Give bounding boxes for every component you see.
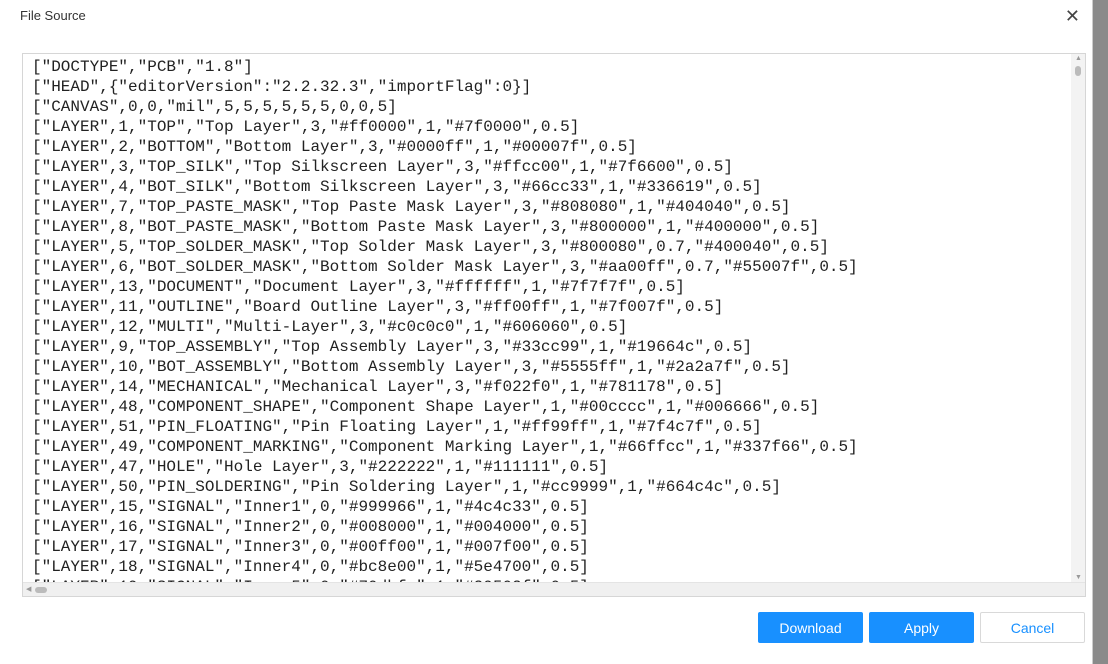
source-line: ["LAYER",16,"SIGNAL","Inner2",0,"#008000… <box>32 518 589 536</box>
vertical-scroll-thumb[interactable] <box>1075 66 1081 76</box>
source-line: ["HEAD",{"editorVersion":"2.2.32.3","imp… <box>32 78 532 96</box>
dialog-title: File Source <box>20 8 86 23</box>
source-textarea[interactable]: ["DOCTYPE","PCB","1.8"] ["HEAD",{"editorV… <box>22 53 1086 597</box>
source-line: ["LAYER",7,"TOP_PASTE_MASK","Top Paste M… <box>32 198 791 216</box>
source-line: ["LAYER",3,"TOP_SILK","Top Silkscreen La… <box>32 158 733 176</box>
dialog-header: File Source ✕ <box>0 0 1092 31</box>
source-line: ["LAYER",48,"COMPONENT_SHAPE","Component… <box>32 398 820 416</box>
source-line: ["DOCTYPE","PCB","1.8"] <box>32 58 253 76</box>
source-line: ["LAYER",51,"PIN_FLOATING","Pin Floating… <box>32 418 762 436</box>
scroll-up-icon[interactable]: ▲ <box>1075 55 1082 62</box>
file-source-dialog: File Source ✕ ["DOCTYPE","PCB","1.8"] ["H… <box>0 0 1093 664</box>
source-line: ["LAYER",2,"BOTTOM","Bottom Layer",3,"#0… <box>32 138 637 156</box>
source-line: ["LAYER",6,"BOT_SOLDER_MASK","Bottom Sol… <box>32 258 858 276</box>
source-line: ["LAYER",9,"TOP_ASSEMBLY","Top Assembly … <box>32 338 753 356</box>
horizontal-scroll-thumb[interactable] <box>35 587 47 593</box>
source-line: ["LAYER",4,"BOT_SILK","Bottom Silkscreen… <box>32 178 762 196</box>
download-button[interactable]: Download <box>758 612 863 643</box>
source-line: ["LAYER",11,"OUTLINE","Board Outline Lay… <box>32 298 724 316</box>
close-icon[interactable]: ✕ <box>1065 7 1080 25</box>
scroll-down-icon[interactable]: ▼ <box>1075 574 1082 581</box>
source-line: ["LAYER",8,"BOT_PASTE_MASK","Bottom Past… <box>32 218 820 236</box>
source-line: ["LAYER",50,"PIN_SOLDERING","Pin Solderi… <box>32 478 781 496</box>
source-line: ["LAYER",1,"TOP","Top Layer",3,"#ff0000"… <box>32 118 580 136</box>
source-line: ["LAYER",14,"MECHANICAL","Mechanical Lay… <box>32 378 724 396</box>
source-line: ["LAYER",47,"HOLE","Hole Layer",3,"#2222… <box>32 458 609 476</box>
source-line: ["LAYER",5,"TOP_SOLDER_MASK","Top Solder… <box>32 238 829 256</box>
source-lines: ["DOCTYPE","PCB","1.8"] ["HEAD",{"editorV… <box>32 57 858 596</box>
source-line: ["LAYER",10,"BOT_ASSEMBLY","Bottom Assem… <box>32 358 791 376</box>
horizontal-scrollbar[interactable]: ◀ <box>23 582 1085 596</box>
source-line: ["LAYER",12,"MULTI","Multi-Layer",3,"#c0… <box>32 318 628 336</box>
source-line: ["LAYER",49,"COMPONENT_MARKING","Compone… <box>32 438 858 456</box>
source-line: ["LAYER",17,"SIGNAL","Inner3",0,"#00ff00… <box>32 538 589 556</box>
cancel-button[interactable]: Cancel <box>980 612 1085 643</box>
source-line: ["CANVAS",0,0,"mil",5,5,5,5,5,5,0,0,5] <box>32 98 397 116</box>
source-line: ["LAYER",18,"SIGNAL","Inner4",0,"#bc8e00… <box>32 558 589 576</box>
source-line: ["LAYER",15,"SIGNAL","Inner1",0,"#999966… <box>32 498 589 516</box>
scroll-left-icon[interactable]: ◀ <box>26 585 31 593</box>
apply-button[interactable]: Apply <box>869 612 974 643</box>
vertical-scrollbar[interactable]: ▲ ▼ <box>1071 54 1085 582</box>
source-line: ["LAYER",13,"DOCUMENT","Document Layer",… <box>32 278 685 296</box>
